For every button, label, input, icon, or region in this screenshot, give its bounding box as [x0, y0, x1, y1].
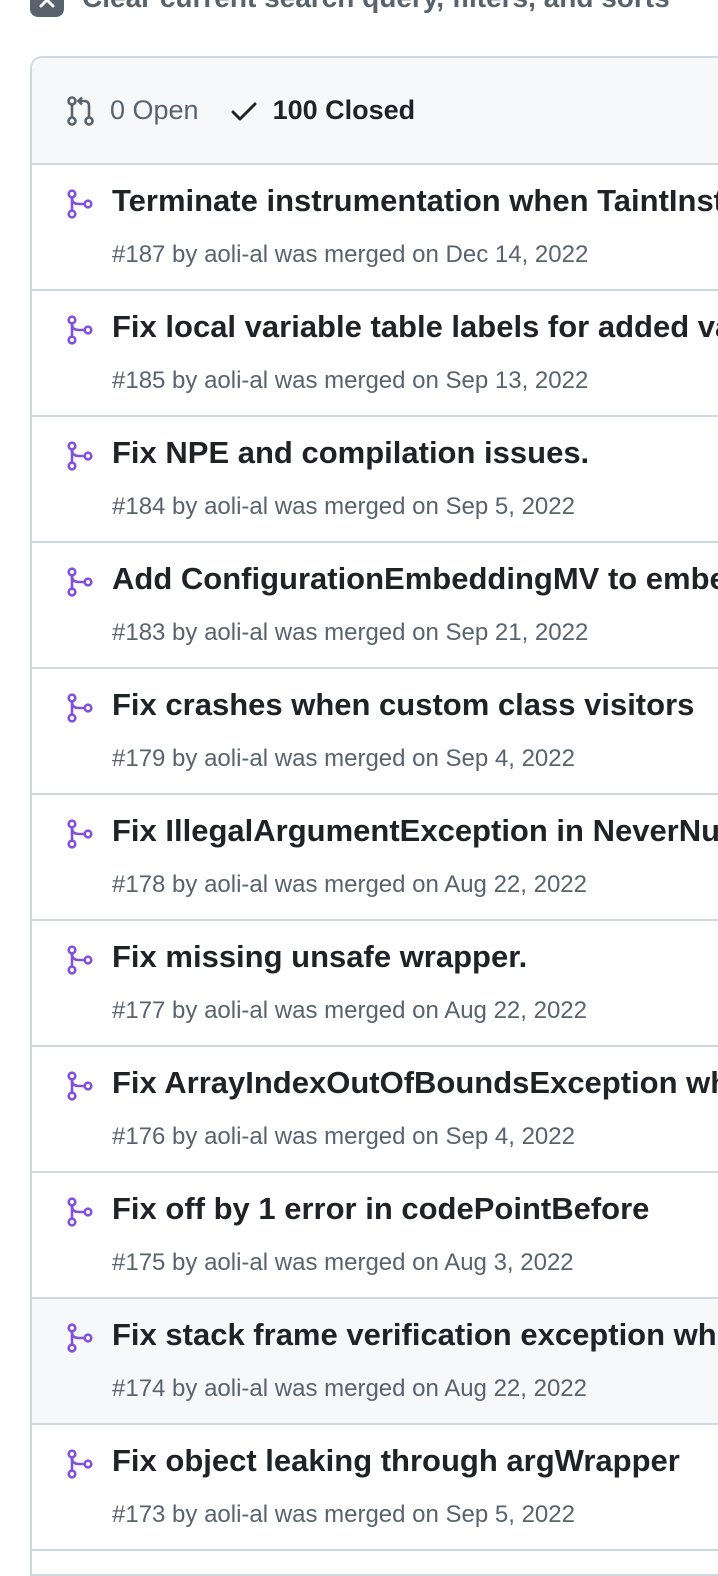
pull-request-title[interactable]: Fix crashes when custom class visitors — [112, 687, 694, 723]
clear-filters-link[interactable]: Clear current search query, filters, and… — [30, 0, 670, 18]
merged-pr-icon — [67, 1449, 93, 1479]
pull-request-icon — [67, 95, 94, 126]
list-header: 0 Open 100 Closed — [32, 58, 718, 165]
merged-pr-icon — [67, 315, 93, 345]
merged-pr-icon — [67, 819, 93, 849]
open-count-label: 0 Open — [110, 95, 199, 125]
pull-request-row[interactable]: Fix local variable table labels for adde… — [32, 291, 718, 417]
merged-pr-icon — [67, 1071, 93, 1101]
pull-request-row[interactable]: Fix stack frame verification exception w… — [32, 1299, 718, 1425]
clear-filters-label: Clear current search query, filters, and… — [82, 0, 670, 14]
merged-pr-icon — [67, 1197, 93, 1227]
pull-request-title[interactable]: Fix local variable table labels for adde… — [112, 309, 718, 345]
pull-request-row[interactable]: Fix object leaking through argWrapper #1… — [32, 1425, 718, 1551]
merged-pr-icon — [67, 441, 93, 471]
check-icon — [231, 102, 257, 120]
pull-request-meta: #187 by aoli-al was merged on Dec 14, 20… — [112, 241, 589, 268]
pull-request-meta: #185 by aoli-al was merged on Sep 13, 20… — [112, 367, 589, 394]
close-icon — [30, 0, 64, 17]
pull-request-meta: #178 by aoli-al was merged on Aug 22, 20… — [112, 871, 587, 898]
pull-request-title[interactable]: Fix IllegalArgumentException in NeverNul… — [112, 813, 718, 849]
pull-request-row[interactable]: Fix ArrayIndexOutOfBoundsException when … — [32, 1047, 718, 1173]
merged-pr-icon — [67, 945, 93, 975]
merged-pr-icon — [67, 1323, 93, 1353]
pull-request-title[interactable]: Fix off by 1 error in codePointBefore — [112, 1191, 649, 1227]
closed-filter-tab[interactable]: 100 Closed — [229, 95, 416, 126]
pull-request-row[interactable]: Fix IllegalArgumentException in NeverNul… — [32, 795, 718, 921]
pull-request-meta: #174 by aoli-al was merged on Aug 22, 20… — [112, 1375, 587, 1402]
pull-request-meta: #175 by aoli-al was merged on Aug 3, 202… — [112, 1249, 574, 1276]
pull-request-row[interactable]: Fix off by 1 error in codePointBefore #1… — [32, 1173, 718, 1299]
pull-request-meta: #173 by aoli-al was merged on Sep 5, 202… — [112, 1501, 575, 1528]
pull-request-meta: #184 by aoli-al was merged on Sep 5, 202… — [112, 493, 575, 520]
merged-pr-icon — [67, 189, 93, 219]
pull-request-title[interactable]: Fix missing unsafe wrapper. — [112, 939, 527, 975]
pull-request-meta: #179 by aoli-al was merged on Sep 4, 202… — [112, 745, 575, 772]
pull-request-title[interactable]: Add ConfigurationEmbeddingMV to embeddin… — [112, 561, 718, 597]
pull-request-meta: #183 by aoli-al was merged on Sep 21, 20… — [112, 619, 589, 646]
pull-request-title[interactable]: Fix object leaking through argWrapper — [112, 1443, 680, 1479]
pull-request-title[interactable]: Fix ArrayIndexOutOfBoundsException when — [112, 1065, 718, 1101]
pull-request-row[interactable]: Fix crashes when custom class visitors #… — [32, 669, 718, 795]
pull-request-title[interactable]: Fix stack frame verification exception w… — [112, 1317, 718, 1353]
open-filter-tab[interactable]: 0 Open — [66, 95, 199, 127]
pull-request-rows: Terminate instrumentation when TaintInst… — [32, 165, 718, 1551]
pull-request-meta: #177 by aoli-al was merged on Aug 22, 20… — [112, 997, 587, 1024]
pull-request-row[interactable]: Fix NPE and compilation issues. #184 by … — [32, 417, 718, 543]
merged-pr-icon — [67, 693, 93, 723]
pull-request-row[interactable]: Add ConfigurationEmbeddingMV to embeddin… — [32, 543, 718, 669]
pull-request-title[interactable]: Fix NPE and compilation issues. — [112, 435, 589, 471]
pull-request-row[interactable]: Fix missing unsafe wrapper. #177 by aoli… — [32, 921, 718, 1047]
merged-pr-icon — [67, 567, 93, 597]
pull-request-meta: #176 by aoli-al was merged on Sep 4, 202… — [112, 1123, 575, 1150]
closed-count-label: 100 Closed — [272, 95, 416, 125]
pull-request-title[interactable]: Terminate instrumentation when TaintInst… — [112, 183, 718, 219]
pull-request-list: 0 Open 100 Closed Terminate instrumentat… — [30, 56, 718, 1576]
pull-request-row[interactable]: Terminate instrumentation when TaintInst… — [32, 165, 718, 291]
